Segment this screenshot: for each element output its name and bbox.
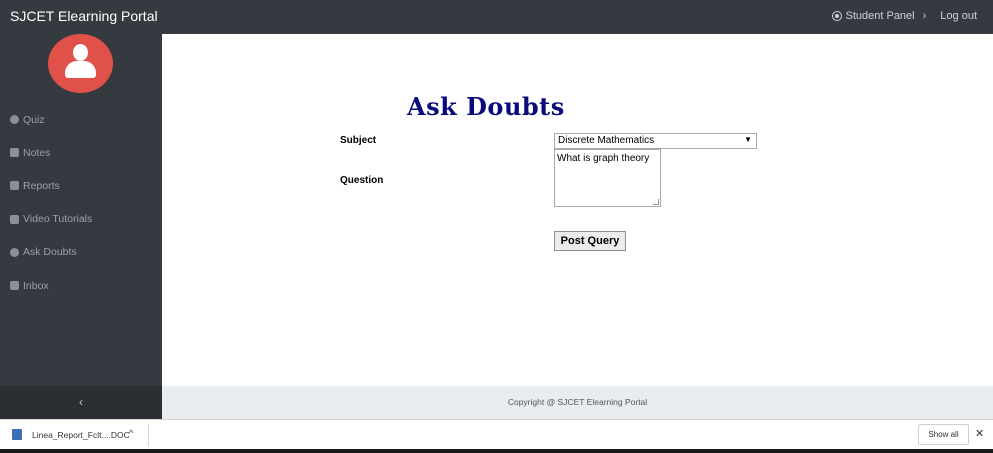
question-circle-icon xyxy=(10,115,19,125)
window-bottom-edge xyxy=(0,449,993,453)
question-text: What is graph theory xyxy=(557,153,650,164)
question-label: Question xyxy=(340,175,384,186)
post-query-button[interactable]: Post Query xyxy=(554,231,626,251)
sidebar-item-video-tutorials[interactable]: Video Tutorials xyxy=(10,203,92,236)
book-icon xyxy=(10,148,19,158)
document-icon xyxy=(12,429,22,440)
caret-down-icon: ▼ xyxy=(744,135,752,144)
avatar xyxy=(48,34,113,93)
sidebar-item-label: Ask Doubts xyxy=(23,246,77,259)
sidebar-item-ask-doubts[interactable]: Ask Doubts xyxy=(10,236,92,269)
sidebar-menu: Quiz Notes Reports Video Tutorials Ask D… xyxy=(10,103,92,302)
sidebar-item-quiz[interactable]: Quiz xyxy=(10,103,92,136)
main-content: Ask Doubts Subject Question Discrete Mat… xyxy=(162,34,993,386)
copyright-text: Copyright @ SJCET Elearning Portal xyxy=(507,397,648,407)
subject-label: Subject xyxy=(340,135,377,146)
sidebar-item-label: Reports xyxy=(23,179,60,192)
sidebar-item-label: Video Tutorials xyxy=(23,213,93,226)
sidebar-item-label: Notes xyxy=(23,146,51,159)
close-icon[interactable]: ✕ xyxy=(975,427,984,440)
file-icon xyxy=(10,181,19,191)
download-file-name[interactable]: Linea_Report_Fclt....DOC xyxy=(32,430,130,440)
resize-grip-icon[interactable] xyxy=(653,199,659,205)
sidebar-item-notes[interactable]: Notes xyxy=(10,136,92,169)
footer: Copyright @ SJCET Elearning Portal xyxy=(162,386,993,419)
subject-select-value: Discrete Mathematics xyxy=(558,135,655,146)
sidebar: Quiz Notes Reports Video Tutorials Ask D… xyxy=(0,34,162,386)
envelope-icon xyxy=(10,281,19,291)
top-nav-links: Student Panel › Log out xyxy=(831,10,977,22)
user-circle-icon xyxy=(831,11,842,21)
divider xyxy=(148,424,149,446)
page-title: Ask Doubts xyxy=(407,92,565,121)
sidebar-item-reports[interactable]: Reports xyxy=(10,169,92,202)
chevron-left-icon: ‹ xyxy=(79,395,83,409)
subject-select[interactable]: Discrete Mathematics ▼ xyxy=(554,133,757,149)
sidebar-item-label: Inbox xyxy=(23,279,49,292)
sidebar-collapse-button[interactable]: ‹ xyxy=(0,386,162,419)
brand-title[interactable]: SJCET Elearning Portal xyxy=(10,8,158,24)
show-all-button[interactable]: Show all xyxy=(918,424,969,445)
avatar-head xyxy=(73,44,88,61)
video-icon xyxy=(10,214,19,224)
logout-link[interactable]: Log out xyxy=(940,10,977,22)
chevron-up-icon[interactable]: ^ xyxy=(129,428,133,438)
chevron-right-icon: › xyxy=(922,10,927,22)
question-circle-icon xyxy=(10,247,19,257)
question-textarea[interactable]: What is graph theory xyxy=(554,149,661,207)
sidebar-item-inbox[interactable]: Inbox xyxy=(10,269,92,302)
download-bar: Linea_Report_Fclt....DOC ^ Show all ✕ xyxy=(0,419,993,449)
top-navbar: SJCET Elearning Portal Student Panel › L… xyxy=(0,0,993,34)
student-panel-link[interactable]: Student Panel xyxy=(846,10,915,22)
avatar-body xyxy=(65,61,96,78)
sidebar-item-label: Quiz xyxy=(23,113,45,126)
